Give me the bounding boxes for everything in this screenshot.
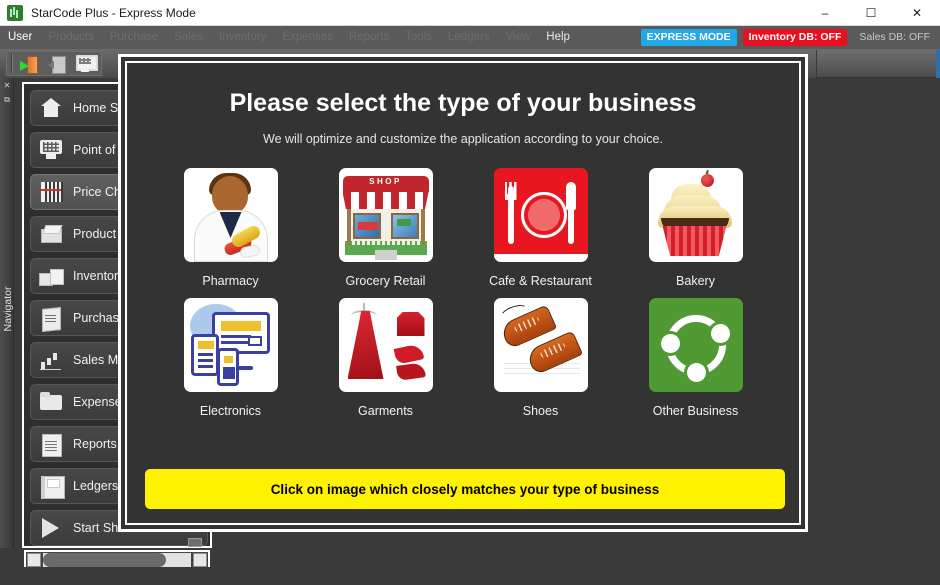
menu-item-help[interactable]: Help xyxy=(538,26,578,49)
option-label: Other Business xyxy=(652,404,739,418)
sidebar-item-label: Reports xyxy=(73,437,117,451)
status-badges: EXPRESS MODE Inventory DB: OFF Sales DB:… xyxy=(640,26,936,49)
instruction-banner: Click on image which closely matches you… xyxy=(145,469,785,509)
sidebar-item-label: Ledgers xyxy=(73,479,119,493)
menu-item-sales[interactable]: Sales xyxy=(166,26,211,49)
dock-restore-icon[interactable]: ⧉ xyxy=(1,94,13,106)
shop-storefront-icon[interactable]: SHOP xyxy=(338,168,433,262)
pos-monitor-icon xyxy=(75,55,98,72)
sidebar-item-label: Home Sc xyxy=(73,101,125,115)
business-option-cafe-restaurant[interactable]: Cafe & Restaurant xyxy=(463,168,618,288)
scrollbar-thumb[interactable] xyxy=(43,553,166,567)
status-bar xyxy=(0,567,940,585)
dialog-subtitle: We will optimize and customize the appli… xyxy=(263,132,663,146)
menu-item-reports[interactable]: Reports xyxy=(341,26,397,49)
dress-icon[interactable] xyxy=(338,298,433,392)
title-bar: StarCode Plus - Express Mode – ☐ ✕ xyxy=(0,0,940,26)
business-option-other-business[interactable]: Other Business xyxy=(618,298,773,418)
login-button[interactable] xyxy=(17,53,41,74)
menu-item-expenses[interactable]: Expenses xyxy=(274,26,341,49)
cutlery-plate-icon[interactable] xyxy=(493,168,588,262)
menu-item-view[interactable]: View xyxy=(498,26,539,49)
toolbar-group xyxy=(6,51,102,76)
scrollbar-track[interactable] xyxy=(43,553,191,567)
dock-close-icon[interactable]: ✕ xyxy=(1,80,13,92)
status-badge-express-mode: EXPRESS MODE xyxy=(640,29,737,46)
product-box-icon xyxy=(37,221,65,247)
maximize-icon[interactable]: ☐ xyxy=(848,0,894,26)
scroll-right-button[interactable] xyxy=(193,553,207,567)
inventory-boxes-icon xyxy=(37,263,65,289)
devices-icon[interactable] xyxy=(183,298,278,392)
business-option-grocery-retail[interactable]: SHOP Grocery Retail xyxy=(308,168,463,288)
status-badge-sales-db: Sales DB: OFF xyxy=(859,31,930,43)
ledger-book-icon xyxy=(37,473,65,499)
right-side-panel xyxy=(816,50,940,78)
option-label: Bakery xyxy=(676,274,715,288)
business-option-electronics[interactable]: Electronics xyxy=(153,298,308,418)
pharmacist-icon[interactable] xyxy=(183,168,278,262)
menu-item-inventory[interactable]: Inventory xyxy=(211,26,274,49)
login-door-icon xyxy=(20,55,38,74)
cupcake-icon[interactable] xyxy=(648,168,743,262)
sales-chart-icon xyxy=(37,347,65,373)
close-icon[interactable]: ✕ xyxy=(894,0,940,26)
option-label: Cafe & Restaurant xyxy=(489,274,592,288)
business-option-shoes[interactable]: Shoes xyxy=(463,298,618,418)
app-window: StarCode Plus - Express Mode – ☐ ✕ User … xyxy=(0,0,940,585)
play-icon xyxy=(37,515,65,541)
option-label: Electronics xyxy=(199,404,262,418)
point-of-sale-icon xyxy=(37,137,65,163)
window-title: StarCode Plus - Express Mode xyxy=(31,5,196,20)
purchase-invoice-icon xyxy=(37,305,65,331)
option-label: Grocery Retail xyxy=(345,274,426,288)
business-option-pharmacy[interactable]: Pharmacy xyxy=(153,168,308,288)
menu-item-ledgers[interactable]: Ledgers xyxy=(440,26,498,49)
network-nodes-icon[interactable] xyxy=(648,298,743,392)
shoes-icon[interactable] xyxy=(493,298,588,392)
point-of-sale-button[interactable] xyxy=(73,53,98,74)
dialog-title: Please select the type of your business xyxy=(229,89,697,117)
navigator-resize-handle[interactable] xyxy=(188,538,202,547)
option-label: Garments xyxy=(358,404,413,418)
expense-folder-icon xyxy=(37,389,65,415)
barcode-icon xyxy=(37,179,65,205)
home-icon xyxy=(37,95,65,121)
status-badge-inventory-db: Inventory DB: OFF xyxy=(742,29,848,46)
business-type-dialog: Please select the type of your business … xyxy=(118,54,808,532)
navigator-dock-label: Navigator xyxy=(2,286,14,332)
menu-bar: User Products Purchase Sales Inventory E… xyxy=(0,26,940,49)
sidebar-item-label: Expense xyxy=(73,395,122,409)
dialog-inner-frame: Please select the type of your business … xyxy=(125,61,801,525)
window-controls: – ☐ ✕ xyxy=(802,0,940,26)
logout-door-icon xyxy=(48,55,66,74)
menu-item-purchase[interactable]: Purchase xyxy=(102,26,167,49)
sidebar-item-label: Start Shi xyxy=(73,521,121,535)
sidebar-item-label: Inventor xyxy=(73,269,119,283)
business-option-bakery[interactable]: Bakery xyxy=(618,168,773,288)
option-label: Pharmacy xyxy=(202,274,259,288)
menu-item-tools[interactable]: Tools xyxy=(397,26,440,49)
menu-item-products[interactable]: Products xyxy=(40,26,101,49)
option-label: Shoes xyxy=(522,404,559,418)
sidebar-item-label: Product xyxy=(73,227,117,241)
minimize-icon[interactable]: – xyxy=(802,0,848,26)
scroll-left-button[interactable] xyxy=(27,553,41,567)
business-option-garments[interactable]: Garments xyxy=(308,298,463,418)
navigator-dock-strip[interactable]: ✕ ⧉ Navigator xyxy=(0,78,14,548)
toolbar-divider xyxy=(11,54,13,73)
shop-sign-text: SHOP xyxy=(369,177,402,186)
report-document-icon xyxy=(37,431,65,457)
business-type-grid: Pharmacy SHOP Grocery Retail Cafe & Rest… xyxy=(153,168,773,418)
app-icon xyxy=(7,4,23,21)
logout-button[interactable] xyxy=(45,53,69,74)
menu-item-user[interactable]: User xyxy=(0,26,40,49)
panel-accent-bar xyxy=(936,50,940,78)
